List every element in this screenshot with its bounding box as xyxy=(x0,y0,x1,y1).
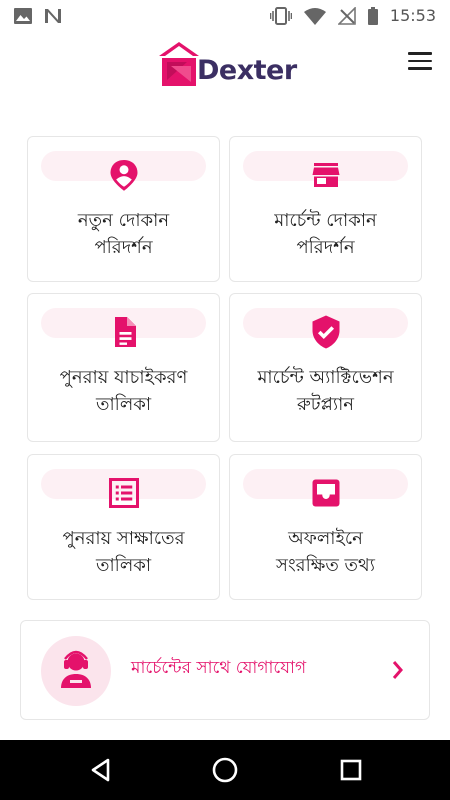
contact-merchant-button[interactable]: মার্চেন্টের সাথে যোগাযোগ xyxy=(20,620,430,720)
avatar xyxy=(41,636,111,706)
person-pin-icon xyxy=(110,160,137,191)
menu-card-merchant-shop-visit[interactable]: মার্চেন্ট দোকান পরিদর্শন xyxy=(229,136,422,282)
recents-icon[interactable] xyxy=(337,756,365,784)
menu-card-revisit-list[interactable]: পুনরায় সাক্ষাতের তালিকা xyxy=(27,454,220,600)
card-label: পুনরায় সাক্ষাতের তালিকা xyxy=(62,528,185,576)
no-signal-icon xyxy=(337,6,356,25)
menu-line xyxy=(408,59,432,62)
menu-line xyxy=(408,67,432,70)
support-agent-icon xyxy=(61,650,91,688)
status-time: 15:53 xyxy=(389,6,436,25)
home-icon[interactable] xyxy=(211,756,239,784)
list-icon xyxy=(108,478,139,508)
status-right: 15:53 xyxy=(269,6,436,25)
card-label: মার্চেন্ট দোকান পরিদর্শন xyxy=(274,210,377,258)
card-label: নতুন দোকান পরিদর্শন xyxy=(77,210,170,258)
chevron-right-icon xyxy=(392,661,403,679)
menu-card-merchant-activation-routeplan[interactable]: মার্চেন্ট অ্যাক্টিভেশন রুটপ্ল্যান xyxy=(229,293,422,442)
logo-text: Dexter xyxy=(197,55,297,86)
wifi-icon xyxy=(303,7,326,25)
status-left xyxy=(14,8,62,24)
card-label: পুনরায় যাচাইকরণ তালিকা xyxy=(59,367,188,415)
document-icon xyxy=(114,317,136,347)
back-icon[interactable] xyxy=(88,756,116,784)
battery-icon xyxy=(367,6,378,25)
n-app-icon xyxy=(45,9,61,23)
card-label: মার্চেন্ট অ্যাক্টিভেশন রুটপ্ল্যান xyxy=(257,367,394,415)
app-bar: Dexter xyxy=(0,32,450,104)
logo-mark-icon xyxy=(159,42,199,86)
menu-card-reverification-list[interactable]: পুনরায় যাচাইকরণ তালিকা xyxy=(27,293,220,442)
vibrate-icon xyxy=(269,6,292,25)
image-icon xyxy=(14,8,32,24)
status-bar: 15:53 xyxy=(0,0,450,32)
system-nav-bar xyxy=(0,740,450,800)
hamburger-menu-button[interactable] xyxy=(408,52,432,72)
menu-card-new-shop-visit[interactable]: নতুন দোকান পরিদর্শন xyxy=(27,136,220,282)
dexter-logo: Dexter xyxy=(157,40,297,88)
menu-line xyxy=(408,52,432,55)
offline-inbox-icon xyxy=(312,479,339,507)
store-icon xyxy=(312,163,339,187)
card-label: অফলাইনে সংরক্ষিত তথ্য xyxy=(276,528,375,576)
verified-shield-icon xyxy=(312,315,339,349)
menu-card-offline-saved-data[interactable]: অফলাইনে সংরক্ষিত তথ্য xyxy=(229,454,422,600)
contact-merchant-label: মার্চেন্টের সাথে যোগাযোগ xyxy=(131,658,307,678)
